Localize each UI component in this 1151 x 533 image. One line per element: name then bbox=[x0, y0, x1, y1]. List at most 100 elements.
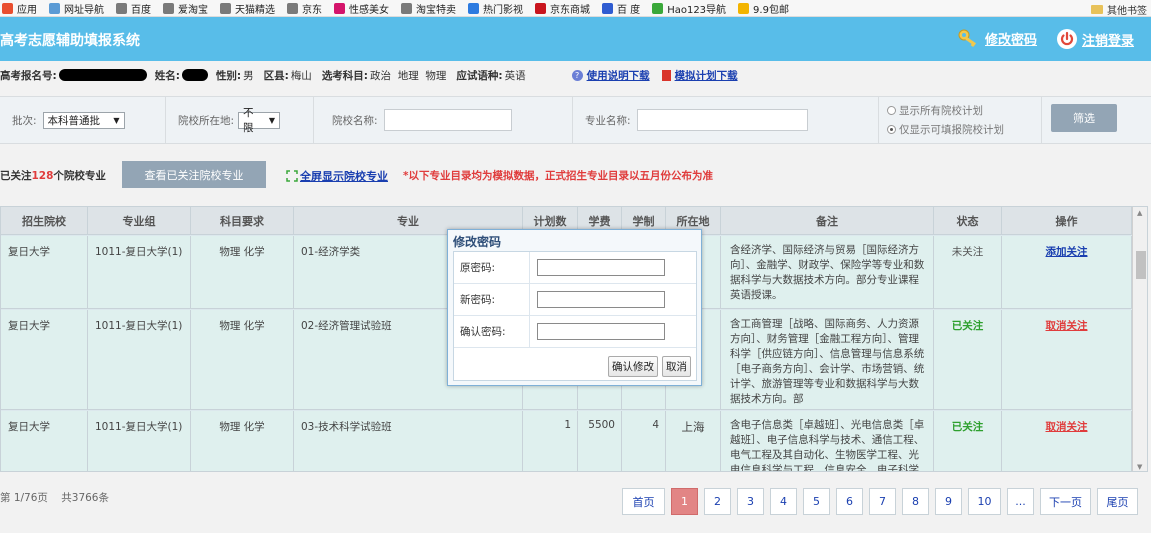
page-button[interactable]: 9 bbox=[935, 488, 962, 515]
bookmark-icon bbox=[334, 2, 345, 14]
power-icon bbox=[1057, 29, 1077, 49]
pdf-icon bbox=[661, 69, 671, 81]
dialog-buttons: 确认修改 取消 bbox=[604, 356, 691, 377]
scrollbar-thumb[interactable] bbox=[1136, 251, 1146, 279]
bookmark-icon bbox=[49, 2, 60, 14]
data-notice: *以下专业目录均为模拟数据，正式招生专业目录以五月份公布为准 bbox=[403, 170, 713, 182]
bookmark-item[interactable]: 热门影视 bbox=[468, 1, 523, 16]
column-header: 专业组 bbox=[88, 207, 191, 235]
status-badge: 已关注 bbox=[934, 411, 1002, 471]
bookmark-item[interactable]: 淘宝特卖 bbox=[401, 1, 456, 16]
bookmark-item[interactable]: 百 度 bbox=[602, 1, 640, 16]
page-button[interactable]: 5 bbox=[803, 488, 830, 515]
add-follow-link[interactable]: 添加关注 bbox=[1046, 246, 1088, 258]
confirm-change-button[interactable]: 确认修改 bbox=[608, 356, 658, 377]
status-badge: 已关注 bbox=[934, 310, 1002, 409]
old-password-input[interactable] bbox=[537, 259, 665, 276]
redacted-exam-number bbox=[58, 69, 147, 81]
expand-icon bbox=[286, 170, 298, 182]
cancel-follow-link[interactable]: 取消关注 bbox=[1046, 320, 1088, 332]
school-filter: 院校名称: bbox=[314, 97, 573, 143]
student-info: 高考报名号: 姓名: 性别: 男 区县: 梅山 选考科目: 政治 地理 物理 应… bbox=[0, 68, 738, 83]
page-button[interactable]: 2 bbox=[704, 488, 731, 515]
key-icon bbox=[958, 29, 977, 47]
page-button[interactable]: 10 bbox=[968, 488, 1001, 515]
bookmark-item[interactable]: Hao123导航 bbox=[652, 1, 726, 16]
logout-button[interactable]: 注销登录 bbox=[1056, 28, 1134, 50]
first-page-button[interactable]: 首页 bbox=[622, 488, 665, 515]
column-header: 科目要求 bbox=[191, 207, 294, 235]
change-password-dialog: 修改密码 原密码: 新密码: 确认密码: 确认修改 取消 bbox=[447, 229, 702, 386]
other-bookmarks[interactable]: 其他书签 bbox=[1091, 2, 1147, 16]
page-button[interactable]: 3 bbox=[737, 488, 764, 515]
major-filter: 专业名称: bbox=[573, 97, 879, 143]
bookmark-item[interactable]: 应用 bbox=[2, 1, 37, 16]
confirm-password-input[interactable] bbox=[537, 323, 665, 340]
bookmark-icon bbox=[220, 2, 231, 14]
table-scrollbar[interactable]: ▲ ▼ bbox=[1132, 207, 1147, 471]
page-button-current[interactable]: 1 bbox=[671, 488, 698, 515]
plan-scope-options: 显示所有院校计划 仅显示可填报院校计划 bbox=[879, 97, 1042, 143]
bookmark-item[interactable]: 京东 bbox=[287, 1, 322, 16]
next-page-button[interactable]: 下一页 bbox=[1040, 488, 1091, 515]
school-name-input[interactable] bbox=[383, 109, 512, 131]
dropdown-arrow-icon: ▼ bbox=[268, 115, 276, 125]
manual-download-link[interactable]: ? 使用说明下载 bbox=[571, 68, 650, 83]
location-filter: 院校所在地: 不限 ▼ bbox=[166, 97, 314, 143]
pagination: 首页 1 2 3 4 5 6 7 8 9 10 ... 下一页 尾页 bbox=[622, 488, 1144, 515]
bookmark-icon bbox=[602, 2, 613, 14]
bookmark-item[interactable]: 网址导航 bbox=[49, 1, 104, 16]
bookmark-icon bbox=[401, 2, 412, 14]
bookmark-item[interactable]: 爱淘宝 bbox=[163, 1, 208, 16]
bookmark-icon bbox=[2, 2, 13, 14]
batch-filter: 批次: 本科普通批 ▼ bbox=[0, 97, 166, 143]
follow-row: 已关注128个院校专业 查看已关注院校专业 全屏显示院校专业 *以下专业目录均为… bbox=[0, 160, 1151, 188]
view-followed-button[interactable]: 查看已关注院校专业 bbox=[122, 161, 266, 188]
confirm-password-row: 确认密码: bbox=[454, 315, 696, 348]
location-select[interactable]: 不限 ▼ bbox=[238, 107, 281, 134]
followed-count: 已关注128个院校专业 bbox=[0, 170, 106, 182]
folder-icon bbox=[1091, 5, 1103, 14]
bookmark-icon bbox=[468, 2, 479, 14]
new-password-input[interactable] bbox=[537, 291, 665, 308]
dropdown-arrow-icon: ▼ bbox=[113, 115, 120, 125]
filter-panel: 批次: 本科普通批 ▼ 院校所在地: 不限 ▼ 院校名称: 专业名称: 显示所有院校… bbox=[0, 96, 1151, 144]
column-header: 备注 bbox=[721, 207, 934, 235]
column-header: 招生院校 bbox=[1, 207, 88, 235]
bookmark-icon bbox=[116, 2, 127, 14]
old-password-row: 原密码: bbox=[454, 251, 696, 284]
cancel-button[interactable]: 取消 bbox=[662, 356, 691, 377]
major-name-input[interactable] bbox=[636, 109, 808, 131]
bookmark-icon bbox=[535, 2, 546, 14]
radio-show-all[interactable]: 显示所有院校计划 bbox=[887, 103, 983, 118]
page-button[interactable]: 4 bbox=[770, 488, 797, 515]
scroll-down-icon[interactable]: ▼ bbox=[1137, 463, 1142, 471]
page-button[interactable]: 8 bbox=[902, 488, 929, 515]
page-button[interactable]: 7 bbox=[869, 488, 896, 515]
plan-download-link[interactable]: 模拟计划下载 bbox=[661, 68, 738, 83]
bookmark-item[interactable]: 性感美女 bbox=[334, 1, 389, 16]
bookmark-item[interactable]: 9.9包邮 bbox=[738, 1, 789, 16]
bookmark-item[interactable]: 京东商城 bbox=[535, 1, 590, 16]
page-info: 第 1/76页 共3766条 bbox=[0, 492, 109, 504]
bookmark-item[interactable]: 百度 bbox=[116, 1, 151, 16]
bookmark-item[interactable]: 天猫精选 bbox=[220, 1, 275, 16]
cancel-follow-link[interactable]: 取消关注 bbox=[1046, 421, 1088, 433]
system-title: 高考志愿辅助填报系统 bbox=[0, 33, 140, 49]
dialog-title: 修改密码 bbox=[453, 235, 502, 249]
help-icon: ? bbox=[571, 69, 583, 81]
radio-show-fillable[interactable]: 仅显示可填报院校计划 bbox=[887, 122, 1004, 137]
password-form: 原密码: 新密码: 确认密码: 确认修改 取消 bbox=[453, 251, 697, 381]
fullscreen-link[interactable]: 全屏显示院校专业 bbox=[286, 168, 388, 184]
filter-button[interactable]: 筛选 bbox=[1051, 104, 1117, 132]
page-button[interactable]: 6 bbox=[836, 488, 863, 515]
last-page-button[interactable]: 尾页 bbox=[1097, 488, 1138, 515]
bookmarks-bar: 应用 网址导航 百度 爱淘宝 天猫精选 京东 性感美女 淘宝特卖 热门影视 京东商城百 度 Hao1… bbox=[0, 0, 1151, 17]
change-password-button[interactable]: 修改密码 bbox=[957, 28, 1037, 48]
radio-selected-icon bbox=[887, 125, 896, 134]
scroll-up-icon[interactable]: ▲ bbox=[1137, 209, 1142, 217]
column-header: 状态 bbox=[934, 207, 1002, 235]
new-password-row: 新密码: bbox=[454, 283, 696, 316]
table-row: 复日大学 1011-复日大学(1) 物理 化学 03-技术科学试验班 1 550… bbox=[1, 411, 1132, 471]
batch-select[interactable]: 本科普通批 ▼ bbox=[42, 111, 125, 129]
